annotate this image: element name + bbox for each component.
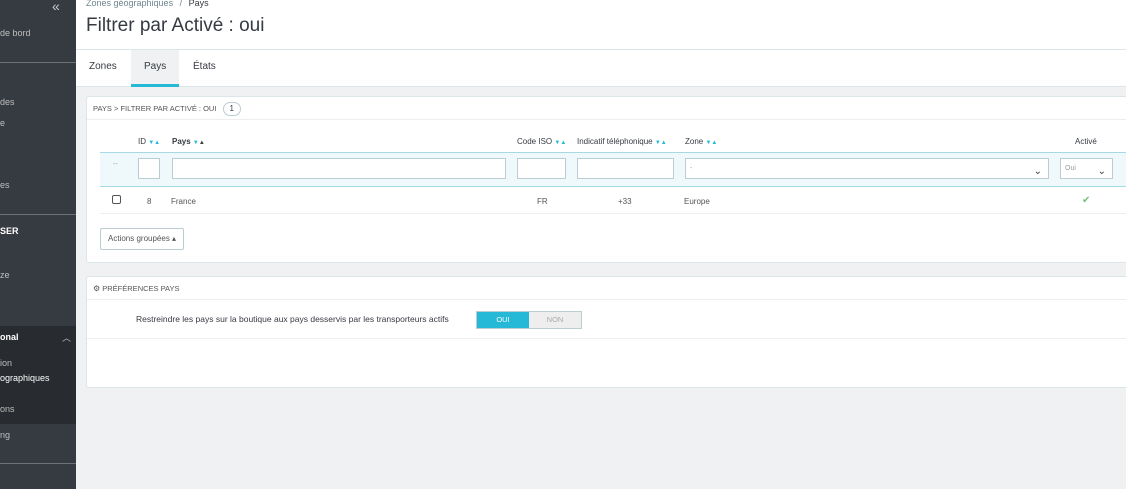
- filter-placeholder: --: [113, 161, 118, 168]
- switch-on-option[interactable]: OUI: [477, 312, 529, 328]
- column-header-zone[interactable]: Zone ▼▲: [685, 137, 717, 146]
- filter-row: -- - ⌄ Oui ⌄: [100, 152, 1126, 187]
- sort-arrows-icon[interactable]: ▼▲: [148, 140, 160, 146]
- column-label: Zone: [685, 137, 704, 146]
- cogs-icon: ⚙: [93, 284, 101, 293]
- page-header: Zones géographiques / Pays Filtrer par A…: [76, 0, 1126, 50]
- country-preferences-panel: ⚙ PRÉFÉRENCES PAYS Restreindre les pays …: [86, 276, 1126, 388]
- divider: [87, 338, 1126, 339]
- column-header-id[interactable]: ID ▼▲: [138, 137, 160, 146]
- filter-pays-input[interactable]: [172, 158, 506, 179]
- column-label: Code ISO: [517, 137, 553, 146]
- sort-arrows-icon[interactable]: ▼▲: [193, 140, 205, 146]
- sidebar: « de bord des e es SER ze onal ︿ ion ogr…: [0, 0, 76, 489]
- tab-bar: Zones Pays États: [76, 50, 1126, 87]
- sidebar-subitem-zones[interactable]: ographiques: [0, 373, 50, 383]
- sidebar-divider: [0, 463, 76, 464]
- count-badge: 1: [222, 102, 241, 116]
- sidebar-item-orders[interactable]: des: [0, 97, 15, 107]
- column-header-code-iso[interactable]: Code ISO ▼▲: [517, 137, 566, 146]
- page-title: Filtrer par Activé : oui: [86, 15, 265, 36]
- cell-code-iso: FR: [537, 197, 548, 206]
- sidebar-divider: [0, 62, 76, 63]
- breadcrumb-separator: /: [179, 0, 183, 8]
- column-header-active: Activé: [1075, 137, 1097, 146]
- tab-zones[interactable]: Zones: [76, 50, 130, 87]
- sidebar-item-international[interactable]: onal: [0, 332, 19, 342]
- panel-heading: PAYS > FILTRER PAR ACTIVÉ : OUI 1: [87, 97, 1126, 120]
- panel-heading: ⚙ PRÉFÉRENCES PAYS: [87, 277, 1126, 300]
- tab-pays[interactable]: Pays: [131, 50, 180, 87]
- sidebar-subitem-localization[interactable]: ion: [0, 358, 12, 368]
- column-header-indicatif[interactable]: Indicatif téléphonique ▼▲: [577, 137, 667, 146]
- switch-off-option[interactable]: NON: [529, 312, 581, 328]
- tab-etats[interactable]: États: [180, 50, 229, 87]
- breadcrumb-current: Pays: [188, 0, 209, 8]
- column-header-pays[interactable]: Pays ▼▲: [172, 137, 205, 146]
- sidebar-item-design[interactable]: ze: [0, 270, 10, 280]
- column-label: ID: [138, 137, 146, 146]
- table-row[interactable]: 8 France FR +33 Europe ✔: [100, 188, 1126, 214]
- column-label: Pays: [172, 137, 191, 146]
- bulk-actions-button[interactable]: Actions groupées ▴: [100, 228, 185, 250]
- filter-zone-value: -: [690, 165, 693, 172]
- sort-arrows-icon[interactable]: ▼▲: [554, 140, 566, 146]
- chevron-down-icon: ⌄: [1097, 166, 1106, 177]
- row-checkbox[interactable]: [112, 195, 121, 204]
- filter-active-select[interactable]: Oui ⌄: [1060, 158, 1113, 179]
- sort-arrows-icon[interactable]: ▼▲: [705, 140, 717, 146]
- cell-id: 8: [147, 197, 152, 206]
- check-icon[interactable]: ✔: [1082, 195, 1090, 206]
- sidebar-item-catalog[interactable]: e: [0, 118, 5, 128]
- column-label: Activé: [1075, 137, 1097, 146]
- filter-zone-select[interactable]: - ⌄: [685, 158, 1049, 179]
- chevron-up-icon: ︿: [62, 333, 72, 343]
- panel-title: PAYS > FILTRER PAR ACTIVÉ : OUI: [93, 104, 217, 113]
- filter-id-input[interactable]: [138, 158, 160, 179]
- column-label: Indicatif téléphonique: [577, 137, 653, 146]
- sidebar-divider: [0, 214, 76, 215]
- sort-arrows-icon[interactable]: ▼▲: [655, 140, 667, 146]
- filter-active-value: Oui: [1065, 165, 1076, 172]
- panel-title: PRÉFÉRENCES PAYS: [102, 284, 180, 293]
- sidebar-subitem-taxes[interactable]: ons: [0, 404, 15, 414]
- filter-indicatif-input[interactable]: [577, 158, 674, 179]
- chevron-down-icon: ⌄: [1033, 166, 1042, 177]
- filter-code-iso-input[interactable]: [517, 158, 566, 179]
- breadcrumb-parent[interactable]: Zones géographiques: [86, 0, 173, 8]
- sidebar-item-customers[interactable]: es: [0, 180, 10, 190]
- breadcrumb: Zones géographiques / Pays: [86, 0, 209, 8]
- sidebar-section-title: SER: [0, 226, 19, 236]
- sidebar-item-dashboard[interactable]: de bord: [0, 28, 31, 38]
- collapse-sidebar-icon[interactable]: «: [52, 0, 60, 13]
- sidebar-subitem-translations[interactable]: ng: [0, 430, 10, 440]
- restrict-countries-switch[interactable]: OUI NON: [476, 311, 582, 329]
- cell-zone: Europe: [684, 197, 710, 206]
- cell-indicatif: +33: [618, 197, 632, 206]
- cell-pays: France: [171, 197, 196, 206]
- countries-list-panel: PAYS > FILTRER PAR ACTIVÉ : OUI 1 ID ▼▲ …: [86, 96, 1126, 263]
- restrict-countries-label: Restreindre les pays sur la boutique aux…: [136, 314, 449, 324]
